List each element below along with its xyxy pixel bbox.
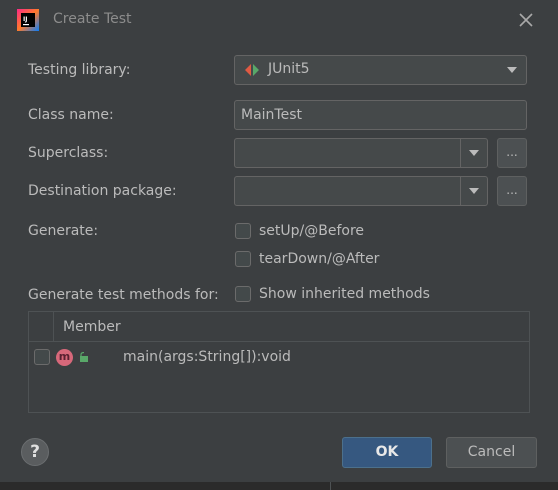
generate-methods-label: Generate test methods for: — [28, 287, 219, 303]
intellij-idea-icon: IJ — [17, 9, 39, 31]
table-row[interactable]: m main(args:String[]):void — [29, 343, 529, 373]
chevron-down-icon — [507, 67, 517, 73]
public-lock-icon — [80, 352, 88, 362]
setup-before-checkbox[interactable]: setUp/@Before — [235, 223, 364, 239]
destination-browse-button[interactable]: ... — [497, 176, 527, 206]
member-table: Member m main(args:String[]):void — [28, 311, 530, 413]
junit-icon — [245, 64, 259, 76]
generate-label: Generate: — [28, 223, 99, 239]
destination-package-label: Destination package: — [28, 183, 177, 199]
superclass-label: Superclass: — [28, 145, 109, 161]
checkbox-box[interactable] — [235, 223, 251, 239]
teardown-after-checkbox[interactable]: tearDown/@After — [235, 251, 379, 267]
method-icon: m — [56, 349, 73, 366]
destination-package-combo[interactable] — [234, 176, 488, 206]
create-test-dialog: IJ Create Test Testing library: JUnit5 C… — [0, 0, 558, 490]
title-bar: IJ Create Test — [0, 0, 558, 40]
dialog-title: Create Test — [53, 11, 132, 27]
show-inherited-checkbox[interactable]: Show inherited methods — [235, 286, 430, 302]
close-icon[interactable] — [514, 8, 538, 32]
testing-library-dropdown[interactable]: JUnit5 — [234, 55, 527, 85]
testing-library-label: Testing library: — [28, 62, 131, 78]
class-name-label: Class name: — [28, 107, 114, 123]
testing-library-value: JUnit5 — [268, 61, 310, 77]
member-method-name: main(args:String[]):void — [123, 349, 291, 365]
cancel-button[interactable]: Cancel — [446, 437, 537, 468]
row-checkbox[interactable] — [34, 349, 50, 365]
chevron-down-icon[interactable] — [460, 177, 487, 205]
member-column-header[interactable]: Member — [63, 319, 121, 335]
help-button[interactable]: ? — [21, 438, 49, 466]
header-check-column — [29, 312, 54, 341]
table-header: Member — [29, 312, 529, 342]
teardown-after-label: tearDown/@After — [259, 251, 380, 267]
checkbox-box[interactable] — [235, 251, 251, 267]
setup-before-label: setUp/@Before — [259, 223, 365, 239]
svg-text:IJ: IJ — [23, 16, 27, 23]
class-name-input[interactable] — [234, 100, 527, 130]
divider — [330, 482, 331, 490]
background-window-strip — [0, 482, 558, 490]
superclass-browse-button[interactable]: ... — [497, 138, 527, 168]
ok-button[interactable]: OK — [342, 437, 432, 468]
show-inherited-label: Show inherited methods — [259, 286, 430, 302]
chevron-down-icon[interactable] — [460, 139, 487, 167]
checkbox-box[interactable] — [235, 286, 251, 302]
superclass-combo[interactable] — [234, 138, 488, 168]
